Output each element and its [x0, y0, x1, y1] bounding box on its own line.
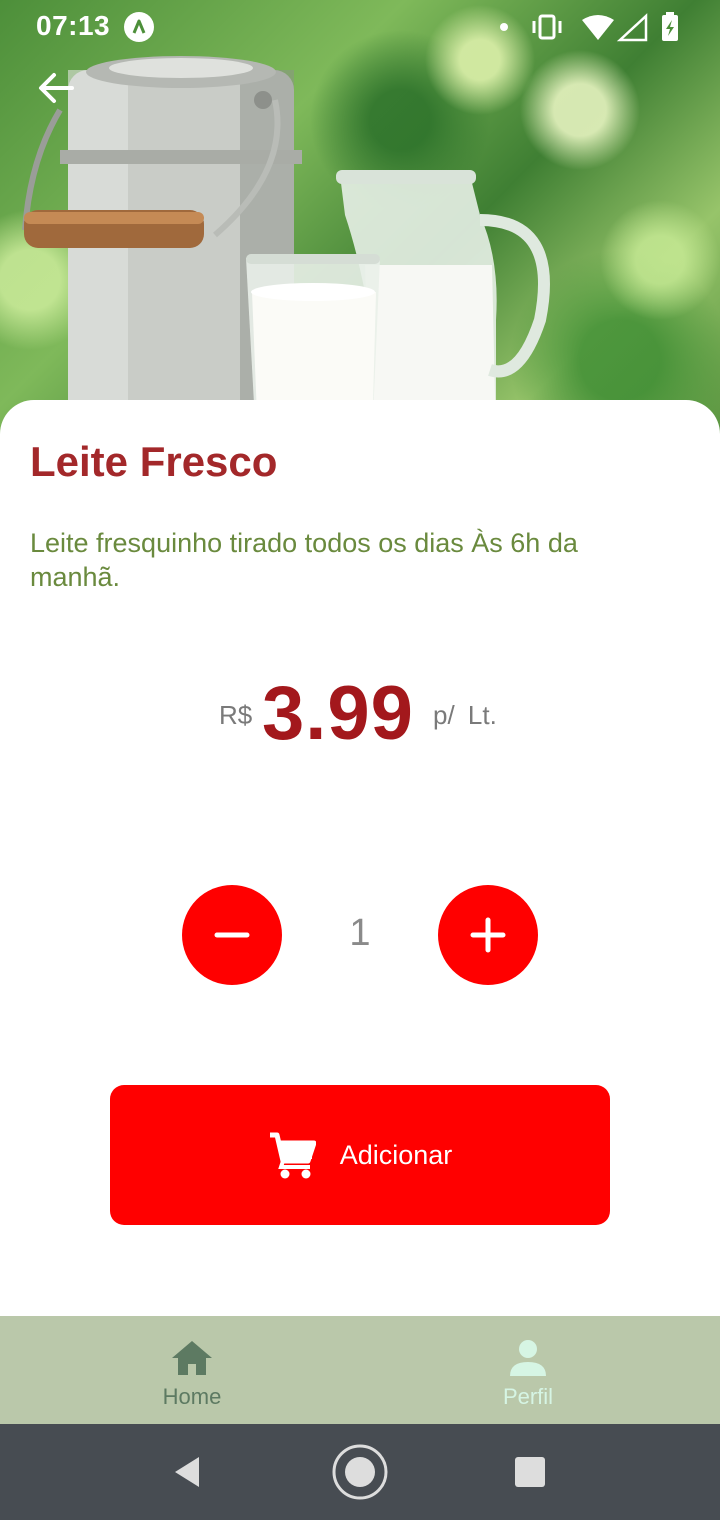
signal-icon — [616, 13, 648, 42]
plus-icon — [470, 917, 506, 953]
dot-icon — [500, 23, 508, 31]
minus-icon — [214, 932, 250, 938]
status-bar: 07:13 — [0, 0, 720, 54]
product-description: Leite fresquinho tirado todos os dias Às… — [30, 528, 578, 592]
arrow-left-icon — [39, 73, 74, 103]
product-title: Leite Fresco — [30, 438, 278, 485]
nav-label-home: Home — [162, 1384, 222, 1409]
nav-label-profile: Perfil — [502, 1384, 554, 1409]
product-detail-screen: 07:13 Leite Fresco Leite fresquinho tira… — [0, 0, 720, 1520]
status-icons — [500, 12, 678, 42]
cart-icon — [269, 1132, 316, 1179]
decrease-quantity-button[interactable] — [182, 885, 282, 985]
bottom-navigation: Home Perfil — [0, 1316, 720, 1424]
circle-home-icon — [332, 1444, 388, 1500]
nav-item-profile[interactable]: Perfil — [348, 1316, 708, 1424]
back-button[interactable] — [30, 62, 82, 114]
system-recents-button[interactable] — [500, 1442, 560, 1502]
quantity-value: 1 — [349, 912, 371, 954]
milk-illustration — [22, 56, 550, 440]
price-unit: p/ Lt. — [433, 700, 497, 730]
add-to-cart-label: Adicionar — [339, 1139, 453, 1170]
triangle-back-icon — [175, 1457, 199, 1487]
wifi-icon — [582, 15, 614, 40]
product-card: Leite Fresco Leite fresquinho tirado tod… — [0, 400, 720, 1316]
system-navigation-bar — [0, 1424, 720, 1520]
nav-item-home[interactable]: Home — [12, 1316, 372, 1424]
person-icon — [510, 1340, 546, 1376]
add-to-cart-button[interactable]: Adicionar — [110, 1085, 610, 1225]
app-notification-icon — [124, 12, 154, 42]
home-icon — [172, 1341, 212, 1375]
price: R$ 3.99 p/ Lt. — [0, 670, 720, 760]
vibrate-icon — [532, 14, 562, 40]
product-image — [0, 0, 720, 440]
system-home-button[interactable] — [330, 1442, 390, 1502]
price-value: 3.99 — [262, 671, 414, 756]
price-currency: R$ — [219, 700, 253, 730]
status-time: 07:13 — [36, 10, 111, 41]
square-recents-icon — [515, 1457, 545, 1487]
system-back-button[interactable] — [158, 1442, 218, 1502]
battery-icon — [662, 12, 678, 41]
increase-quantity-button[interactable] — [438, 885, 538, 985]
